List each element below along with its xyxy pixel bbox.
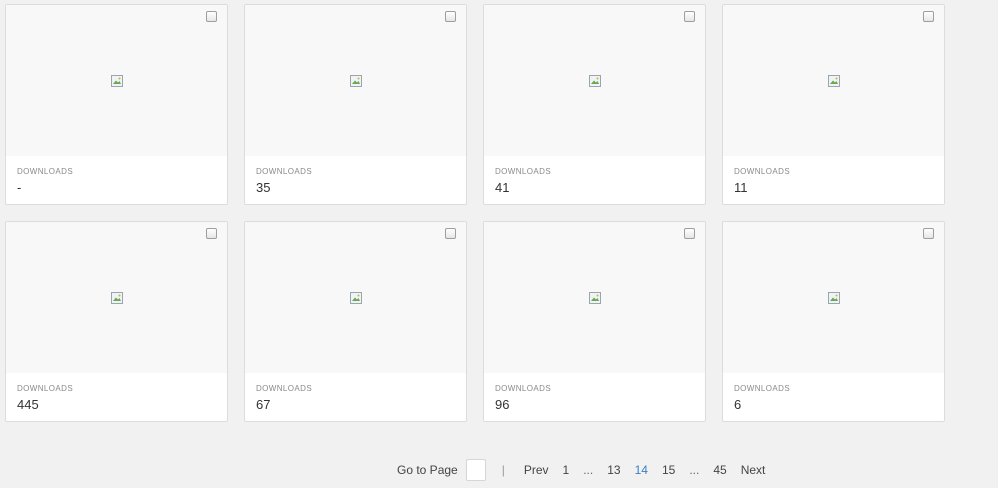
select-checkbox[interactable] bbox=[206, 228, 217, 239]
select-checkbox[interactable] bbox=[445, 228, 456, 239]
broken-image-icon bbox=[349, 292, 362, 304]
broken-image-icon bbox=[588, 75, 601, 87]
select-checkbox[interactable] bbox=[923, 11, 934, 22]
page-link[interactable]: 13 bbox=[607, 463, 620, 477]
asset-card[interactable]: DOWNLOADS 445 bbox=[5, 221, 228, 422]
pagination-ellipsis: ... bbox=[583, 463, 594, 477]
broken-image-icon bbox=[827, 292, 840, 304]
downloads-count: 35 bbox=[256, 180, 271, 195]
downloads-count: 445 bbox=[17, 397, 39, 412]
asset-card[interactable]: DOWNLOADS 67 bbox=[244, 221, 467, 422]
pagination: Go to Page | Prev 1 ... 13 14 15 ... 45 … bbox=[397, 458, 772, 482]
broken-image-icon bbox=[349, 75, 362, 87]
pagination-ellipsis: ... bbox=[689, 463, 700, 477]
asset-card[interactable]: DOWNLOADS 96 bbox=[483, 221, 706, 422]
asset-card[interactable]: DOWNLOADS - bbox=[5, 4, 228, 205]
asset-card[interactable]: DOWNLOADS 6 bbox=[722, 221, 945, 422]
current-page: 14 bbox=[634, 463, 648, 477]
select-checkbox[interactable] bbox=[684, 11, 695, 22]
broken-image-icon bbox=[827, 75, 840, 87]
asset-thumbnail[interactable] bbox=[245, 222, 466, 373]
asset-card[interactable]: DOWNLOADS 41 bbox=[483, 4, 706, 205]
downloads-count: 11 bbox=[734, 180, 748, 195]
go-to-page-label: Go to Page bbox=[397, 463, 458, 477]
downloads-label: DOWNLOADS bbox=[495, 167, 552, 176]
asset-thumbnail[interactable] bbox=[723, 222, 944, 373]
broken-image-icon bbox=[110, 292, 123, 304]
select-checkbox[interactable] bbox=[445, 11, 456, 22]
asset-thumbnail[interactable] bbox=[6, 5, 227, 156]
select-checkbox[interactable] bbox=[206, 11, 217, 22]
broken-image-icon bbox=[110, 75, 123, 87]
downloads-count: 41 bbox=[495, 180, 510, 195]
select-checkbox[interactable] bbox=[923, 228, 934, 239]
broken-image-icon bbox=[588, 292, 601, 304]
asset-card[interactable]: DOWNLOADS 35 bbox=[244, 4, 467, 205]
downloads-label: DOWNLOADS bbox=[256, 384, 313, 393]
asset-thumbnail[interactable] bbox=[723, 5, 944, 156]
downloads-count: - bbox=[17, 180, 22, 195]
downloads-label: DOWNLOADS bbox=[256, 167, 313, 176]
go-to-page-input[interactable] bbox=[465, 459, 486, 481]
downloads-label: DOWNLOADS bbox=[734, 384, 791, 393]
asset-thumbnail[interactable] bbox=[6, 222, 227, 373]
downloads-count: 96 bbox=[495, 397, 510, 412]
next-page-link[interactable]: Next bbox=[741, 463, 766, 477]
asset-thumbnail[interactable] bbox=[245, 5, 466, 156]
page-link-first[interactable]: 1 bbox=[563, 463, 570, 477]
downloads-label: DOWNLOADS bbox=[17, 384, 74, 393]
downloads-label: DOWNLOADS bbox=[734, 167, 791, 176]
select-checkbox[interactable] bbox=[684, 228, 695, 239]
pagination-separator: | bbox=[501, 463, 505, 477]
downloads-count: 67 bbox=[256, 397, 271, 412]
downloads-label: DOWNLOADS bbox=[495, 384, 552, 393]
downloads-label: DOWNLOADS bbox=[17, 167, 74, 176]
page-link[interactable]: 15 bbox=[662, 463, 675, 477]
asset-thumbnail[interactable] bbox=[484, 5, 705, 156]
downloads-count: 6 bbox=[734, 397, 742, 412]
asset-thumbnail[interactable] bbox=[484, 222, 705, 373]
asset-card[interactable]: DOWNLOADS 11 bbox=[722, 4, 945, 205]
prev-page-link[interactable]: Prev bbox=[524, 463, 549, 477]
page-link-last[interactable]: 45 bbox=[713, 463, 726, 477]
